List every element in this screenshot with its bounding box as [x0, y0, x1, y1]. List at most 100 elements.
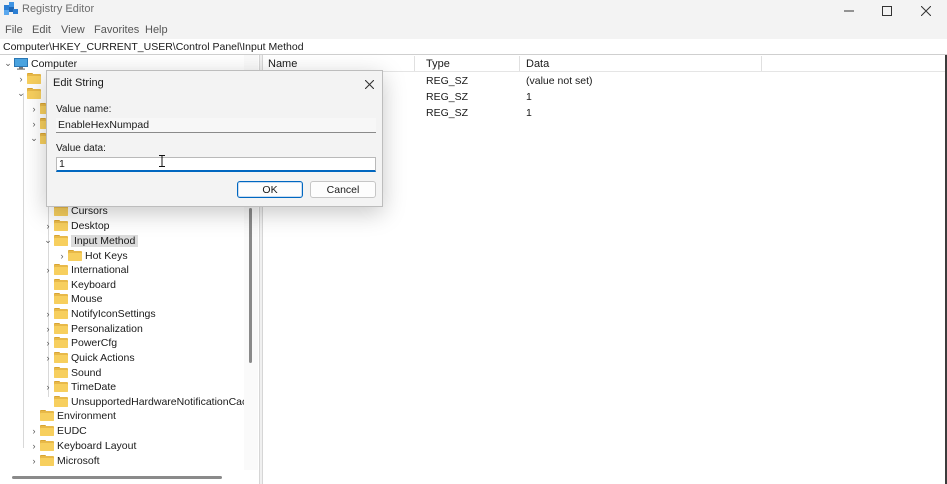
- value-type: REG_SZ: [426, 91, 469, 103]
- tree-node-label: UnsupportedHardwareNotificationCac: [71, 395, 248, 408]
- tree-node-computer[interactable]: ⌄ Computer: [2, 56, 77, 71]
- menu-file[interactable]: File: [5, 24, 23, 36]
- column-data-header[interactable]: Data: [526, 58, 549, 70]
- tree-node-label: Hot Keys: [85, 249, 128, 262]
- close-icon: [921, 5, 931, 16]
- chevron-down-icon[interactable]: ⌄: [15, 86, 27, 101]
- tree-node-label: Environment: [57, 409, 116, 422]
- chevron-right-icon[interactable]: ›: [42, 379, 54, 394]
- registry-app-icon: [4, 2, 18, 15]
- cancel-button[interactable]: Cancel: [310, 181, 376, 198]
- close-icon: [364, 79, 374, 89]
- tree-node-environment[interactable]: Environment: [28, 408, 116, 423]
- text-cursor-icon: [159, 155, 165, 167]
- chevron-right-icon[interactable]: ›: [42, 321, 54, 336]
- folder-icon: [40, 440, 54, 451]
- folder-icon: [54, 381, 68, 392]
- value-type: REG_SZ: [426, 107, 469, 119]
- tree-node-unsupported-hardware[interactable]: UnsupportedHardwareNotificationCac: [42, 394, 247, 409]
- tree-node-international[interactable]: › International: [42, 262, 129, 277]
- minimize-icon: [844, 10, 854, 11]
- tree-node-label: NotifyIconSettings: [71, 307, 156, 320]
- value-data: (value not set): [526, 75, 593, 87]
- dialog-close-button[interactable]: [359, 75, 379, 93]
- chevron-right-icon[interactable]: ›: [42, 218, 54, 233]
- chevron-right-icon[interactable]: ›: [28, 116, 40, 131]
- chevron-right-icon[interactable]: ›: [28, 438, 40, 453]
- chevron-right-icon[interactable]: ›: [42, 335, 54, 350]
- tree-node-label: PowerCfg: [71, 336, 118, 349]
- dialog-title: Edit String: [53, 77, 104, 89]
- chevron-down-icon[interactable]: ⌄: [28, 131, 40, 146]
- tree-node-personalization[interactable]: › Personalization: [42, 321, 143, 336]
- chevron-right-icon[interactable]: ›: [42, 306, 54, 321]
- column-name-header[interactable]: Name: [268, 58, 297, 70]
- value-type: REG_SZ: [426, 75, 469, 87]
- tree-node-quick-actions[interactable]: › Quick Actions: [42, 350, 135, 365]
- column-separator[interactable]: [414, 56, 415, 71]
- chevron-right-icon[interactable]: ›: [15, 71, 27, 86]
- address-bar[interactable]: Computer\HKEY_CURRENT_USER\Control Panel…: [0, 39, 947, 55]
- address-path[interactable]: Computer\HKEY_CURRENT_USER\Control Panel…: [3, 41, 304, 53]
- tree-node-label: Desktop: [71, 219, 110, 232]
- value-name-field[interactable]: [56, 118, 376, 133]
- column-separator[interactable]: [519, 56, 520, 71]
- tree-node-mouse[interactable]: Mouse: [42, 291, 103, 306]
- tree-node-label: Keyboard: [71, 278, 116, 291]
- tree-node-hot-keys[interactable]: › Hot Keys: [56, 248, 128, 263]
- chevron-right-icon[interactable]: ›: [56, 248, 68, 263]
- value-data-label: Value data:: [56, 143, 106, 154]
- tree-node-desktop[interactable]: › Desktop: [42, 218, 110, 233]
- value-name-label: Value name:: [56, 104, 112, 115]
- computer-icon: [14, 57, 28, 70]
- folder-icon: [54, 279, 68, 290]
- tree-node-input-method[interactable]: ⌄ Input Method: [42, 233, 139, 248]
- tree-node-keyboard-layout[interactable]: › Keyboard Layout: [28, 438, 137, 453]
- tree-node-label: Keyboard Layout: [57, 439, 137, 452]
- folder-icon: [54, 235, 68, 246]
- chevron-right-icon[interactable]: ›: [28, 423, 40, 438]
- menu-help[interactable]: Help: [145, 24, 168, 36]
- menu-edit[interactable]: Edit: [32, 24, 51, 36]
- ok-button[interactable]: OK: [237, 181, 303, 198]
- tree-node-sound[interactable]: Sound: [42, 365, 101, 380]
- folder-icon: [54, 323, 68, 334]
- maximize-button[interactable]: [868, 0, 906, 21]
- menu-favorites[interactable]: Favorites: [94, 24, 139, 36]
- tree-node-eudc[interactable]: › EUDC: [28, 423, 87, 438]
- tree-horizontal-scroll-thumb[interactable]: [12, 476, 222, 479]
- chevron-right-icon[interactable]: ›: [42, 262, 54, 277]
- maximize-icon: [882, 5, 892, 16]
- column-separator[interactable]: [761, 56, 762, 71]
- tree-node-label: Sound: [71, 366, 102, 379]
- title-bar: Registry Editor: [0, 0, 947, 21]
- tree-node-notifyiconsettings[interactable]: › NotifyIconSettings: [42, 306, 156, 321]
- column-type-header[interactable]: Type: [426, 58, 450, 70]
- tree-node-label: Input Method: [71, 234, 139, 247]
- chevron-right-icon[interactable]: ›: [42, 350, 54, 365]
- chevron-down-icon[interactable]: ⌄: [2, 56, 14, 71]
- tree-node-timedate[interactable]: › TimeDate: [42, 379, 117, 394]
- folder-icon: [54, 396, 68, 407]
- tree-vertical-scroll-thumb[interactable]: [249, 208, 252, 363]
- folder-icon: [27, 73, 41, 84]
- tree-node-label: Computer: [31, 57, 78, 70]
- tree-node-label: Quick Actions: [71, 351, 135, 364]
- tree-node-powercfg[interactable]: › PowerCfg: [42, 335, 118, 350]
- minimize-button[interactable]: [830, 0, 868, 21]
- tree-node-microsoft[interactable]: › Microsoft: [28, 453, 100, 468]
- chevron-down-icon[interactable]: ⌄: [42, 233, 54, 248]
- folder-icon: [54, 367, 68, 378]
- folder-icon: [40, 410, 54, 421]
- tree-node-partial[interactable]: ›: [15, 71, 44, 86]
- chevron-right-icon[interactable]: ›: [28, 101, 40, 116]
- folder-icon: [54, 337, 68, 348]
- close-button[interactable]: [907, 0, 945, 21]
- value-data-field[interactable]: [56, 157, 376, 172]
- tree-node-partial[interactable]: ⌄: [15, 86, 44, 101]
- tree-node-keyboard[interactable]: Keyboard: [42, 277, 116, 292]
- chevron-right-icon[interactable]: ›: [28, 453, 40, 468]
- tree-node-label: Personalization: [71, 322, 143, 335]
- menu-view[interactable]: View: [61, 24, 85, 36]
- folder-icon: [54, 352, 68, 363]
